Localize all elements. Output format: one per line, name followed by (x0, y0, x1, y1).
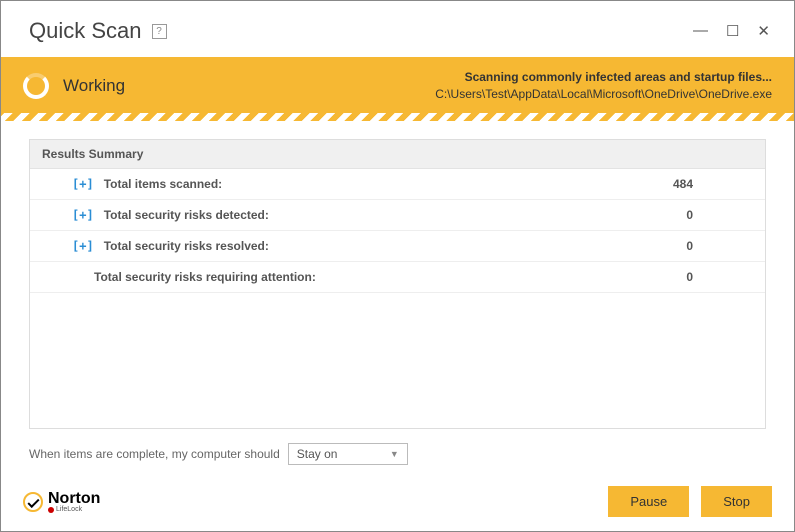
completion-dropdown[interactable]: Stay on ▼ (288, 443, 408, 465)
completion-row: When items are complete, my computer sho… (1, 429, 794, 465)
window-controls: — ☐ ✕ (693, 22, 778, 40)
result-label: Total security risks requiring attention… (94, 270, 316, 284)
maximize-icon[interactable]: ☐ (726, 22, 739, 40)
result-row-scanned: [+] Total items scanned: 484 (30, 169, 765, 200)
results-box: Results Summary [+] Total items scanned:… (29, 139, 766, 429)
result-value: 484 (673, 177, 753, 191)
help-icon[interactable]: ? (152, 24, 167, 39)
status-left: Working (23, 73, 125, 99)
expand-icon[interactable]: [+] (72, 239, 94, 253)
progress-stripe (1, 113, 794, 121)
scan-phase: Scanning commonly infected areas and sta… (435, 69, 772, 86)
dropdown-value: Stay on (297, 447, 338, 461)
window-title: Quick Scan (29, 18, 142, 44)
result-row-resolved: [+] Total security risks resolved: 0 (30, 231, 765, 262)
expand-icon[interactable]: [+] (72, 177, 94, 191)
result-value: 0 (686, 208, 753, 222)
action-buttons: Pause Stop (608, 486, 772, 517)
result-row-detected: [+] Total security risks detected: 0 (30, 200, 765, 231)
minimize-icon[interactable]: — (693, 22, 708, 40)
titlebar: Quick Scan ? — ☐ ✕ (1, 1, 794, 57)
checkmark-icon (23, 492, 43, 512)
norton-logo: Norton LifeLock (23, 490, 100, 513)
bottom-bar: Norton LifeLock Pause Stop (1, 474, 794, 531)
status-details: Scanning commonly infected areas and sta… (435, 69, 772, 103)
result-label: Total security risks resolved: (104, 239, 269, 253)
result-row-attention: Total security risks requiring attention… (30, 262, 765, 293)
chevron-down-icon: ▼ (390, 449, 399, 459)
completion-prompt: When items are complete, my computer sho… (29, 447, 280, 461)
status-state: Working (63, 76, 125, 96)
result-value: 0 (686, 270, 753, 284)
result-value: 0 (686, 239, 753, 253)
results-header: Results Summary (30, 140, 765, 169)
close-icon[interactable]: ✕ (757, 22, 770, 40)
stop-button[interactable]: Stop (701, 486, 772, 517)
spinner-icon (23, 73, 49, 99)
content: Results Summary [+] Total items scanned:… (1, 121, 794, 429)
result-label: Total items scanned: (104, 177, 222, 191)
pause-button[interactable]: Pause (608, 486, 689, 517)
result-label: Total security risks detected: (104, 208, 269, 222)
dot-icon (48, 507, 54, 513)
status-bar: Working Scanning commonly infected areas… (1, 57, 794, 113)
expand-icon[interactable]: [+] (72, 208, 94, 222)
scan-path: C:\Users\Test\AppData\Local\Microsoft\On… (435, 86, 772, 103)
